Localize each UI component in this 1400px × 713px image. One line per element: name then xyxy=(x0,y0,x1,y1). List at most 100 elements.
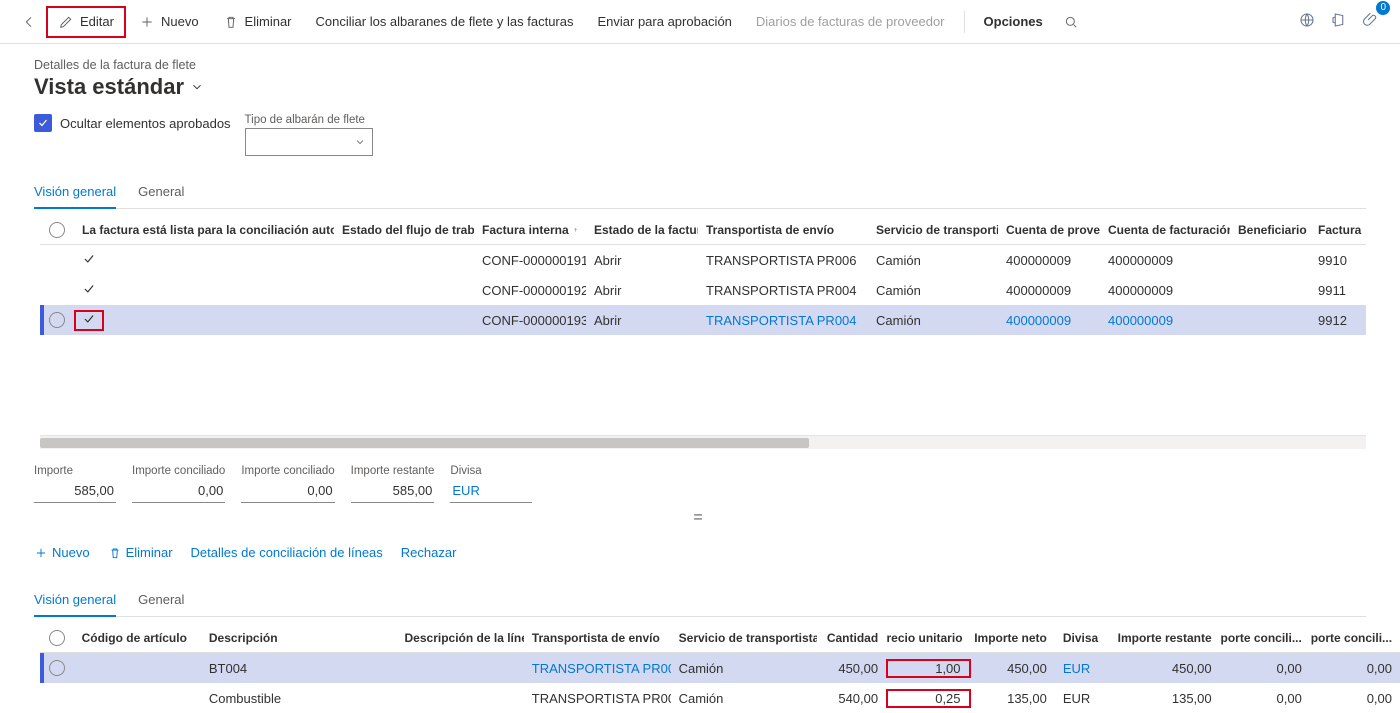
col-internal[interactable]: Factura interna xyxy=(474,223,586,237)
lines-tab-overview[interactable]: Visión general xyxy=(34,586,116,617)
attachments-button[interactable] xyxy=(1292,5,1322,38)
globe-icon xyxy=(1298,11,1316,29)
line-delete-button[interactable]: Eliminar xyxy=(108,541,173,564)
col-workflow[interactable]: Estado del flujo de trabajo xyxy=(334,223,474,237)
col-currency[interactable]: Divisa xyxy=(1055,631,1102,645)
matched-value[interactable]: 0,00 xyxy=(132,481,225,503)
notification-badge: 0 xyxy=(1376,1,1390,15)
bill-type-label: Tipo de albarán de flete xyxy=(245,114,373,126)
cell-qty: 450,00 xyxy=(817,661,886,676)
cell-internal: CONF-000000192 xyxy=(474,283,586,298)
col-line-service[interactable]: Servicio de transportista xyxy=(671,631,818,645)
lines-grid: Código de artículo Descripción Descripci… xyxy=(34,623,1366,713)
table-row[interactable]: CONF-000000191AbrirTRANSPORTISTA PR006Ca… xyxy=(40,245,1366,275)
col-desc2[interactable]: Descripción de la línea 2 xyxy=(397,631,524,645)
cell-vendor: 400000009 xyxy=(998,253,1100,268)
bill-type-select[interactable] xyxy=(245,128,373,156)
sort-asc-icon xyxy=(573,225,578,235)
col-billing[interactable]: Cuenta de facturación xyxy=(1100,223,1230,237)
cell-line-currency: EUR xyxy=(1055,691,1102,706)
cell-qty: 540,00 xyxy=(817,691,886,706)
col-invoice[interactable]: Factura xyxy=(1310,223,1366,237)
col-status[interactable]: Estado de la factura xyxy=(586,223,698,237)
amount-label: Importe xyxy=(34,465,116,477)
col-net[interactable]: Importe neto xyxy=(971,631,1055,645)
search-icon xyxy=(1063,14,1079,30)
options-button[interactable]: Opciones xyxy=(973,7,1054,36)
lines-tab-general[interactable]: General xyxy=(138,586,184,616)
line-new-button[interactable]: Nuevo xyxy=(34,541,90,564)
col-qty[interactable]: Cantidad xyxy=(817,631,886,645)
col-matched[interactable]: Importe concili... xyxy=(1220,631,1310,645)
cell-invoice: 9912 xyxy=(1310,313,1366,328)
new-label: Nuevo xyxy=(161,14,199,29)
col-code[interactable]: Código de artículo xyxy=(74,631,201,645)
matched2-label: Importe conciliado xyxy=(241,465,334,477)
journals-label: Diarios de facturas de proveedor xyxy=(756,14,945,29)
cell-net: 450,00 xyxy=(971,661,1055,676)
currency-value[interactable]: EUR xyxy=(450,481,532,503)
col-vendor[interactable]: Cuenta de proveedor xyxy=(998,223,1100,237)
cell-billing[interactable]: 400000009 xyxy=(1100,313,1230,328)
lines-select-all-radio[interactable] xyxy=(49,630,65,646)
cell-vendor[interactable]: 400000009 xyxy=(998,313,1100,328)
select-all-radio[interactable] xyxy=(49,222,65,238)
remaining-value[interactable]: 585,00 xyxy=(351,481,435,503)
arrow-left-icon xyxy=(21,14,37,30)
col-beneficiary[interactable]: Beneficiario xyxy=(1230,223,1310,237)
col-remaining[interactable]: Importe restante xyxy=(1102,631,1220,645)
grid-header: La factura está lista para la conciliaci… xyxy=(40,215,1366,245)
reconcile-button[interactable]: Conciliar los albaranes de flete y las f… xyxy=(305,7,585,36)
tab-general[interactable]: General xyxy=(138,178,184,208)
check-icon xyxy=(82,312,96,329)
col-matched2[interactable]: Importe concili... xyxy=(1310,631,1400,645)
cell-remaining: 135,00 xyxy=(1102,691,1220,706)
tab-overview[interactable]: Visión general xyxy=(34,178,116,209)
matched2-value[interactable]: 0,00 xyxy=(241,481,334,503)
lines-grid-header: Código de artículo Descripción Descripci… xyxy=(40,623,1400,653)
search-button[interactable] xyxy=(1056,7,1086,37)
table-row[interactable]: CONF-000000192AbrirTRANSPORTISTA PR004Ca… xyxy=(40,275,1366,305)
title-text: Vista estándar xyxy=(34,74,184,100)
col-desc[interactable]: Descripción xyxy=(201,631,397,645)
main-toolbar: Editar Nuevo Eliminar Conciliar los alba… xyxy=(0,0,1400,44)
pencil-icon xyxy=(58,14,74,30)
reconcile-label: Conciliar los albaranes de flete y las f… xyxy=(316,14,574,29)
cell-invoice: 9910 xyxy=(1310,253,1366,268)
cell-line-carrier[interactable]: TRANSPORTISTA PR004 xyxy=(524,661,671,676)
delete-button[interactable]: Eliminar xyxy=(212,7,303,37)
hide-approved-checkbox[interactable]: Ocultar elementos aprobados xyxy=(34,114,231,132)
cell-carrier[interactable]: TRANSPORTISTA PR004 xyxy=(698,313,868,328)
new-button[interactable]: Nuevo xyxy=(128,7,210,37)
table-row[interactable]: CombustibleTRANSPORTISTA PR004Camión540,… xyxy=(40,683,1400,713)
cell-line-service: Camión xyxy=(671,661,818,676)
col-service[interactable]: Servicio de transportista xyxy=(868,223,998,237)
delete-label: Eliminar xyxy=(245,14,292,29)
cell-service: Camión xyxy=(868,283,998,298)
page-title[interactable]: Vista estándar xyxy=(34,74,1366,100)
vendor-journals-button[interactable]: Diarios de facturas de proveedor xyxy=(745,7,956,36)
row-radio[interactable] xyxy=(49,660,65,676)
line-details-button[interactable]: Detalles de conciliación de líneas xyxy=(191,541,383,564)
col-pu[interactable]: Precio unitario xyxy=(886,631,970,645)
horizontal-scrollbar[interactable] xyxy=(40,435,1366,449)
office-button[interactable] xyxy=(1324,5,1354,38)
reject-button[interactable]: Rechazar xyxy=(401,541,457,564)
plus-icon xyxy=(34,546,48,560)
row-radio[interactable] xyxy=(49,312,65,328)
col-carrier[interactable]: Transportista de envío xyxy=(698,223,868,237)
cell-line-currency[interactable]: EUR xyxy=(1055,661,1102,676)
check-icon xyxy=(82,282,96,299)
table-row[interactable]: CONF-000000193AbrirTRANSPORTISTA PR004Ca… xyxy=(40,305,1366,335)
back-button[interactable] xyxy=(14,7,44,37)
checkbox-checked-icon xyxy=(34,114,52,132)
notifications-button[interactable]: 0 xyxy=(1356,5,1386,38)
col-line-carrier[interactable]: Transportista de envío xyxy=(524,631,671,645)
cell-status: Abrir xyxy=(586,313,698,328)
edit-button[interactable]: Editar xyxy=(46,6,126,38)
col-ready[interactable]: La factura está lista para la conciliaci… xyxy=(74,223,334,237)
cell-matched: 0,00 xyxy=(1220,661,1310,676)
toolbar-separator xyxy=(964,11,965,33)
submit-approval-button[interactable]: Enviar para aprobación xyxy=(586,7,742,36)
amount-value[interactable]: 585,00 xyxy=(34,481,116,503)
